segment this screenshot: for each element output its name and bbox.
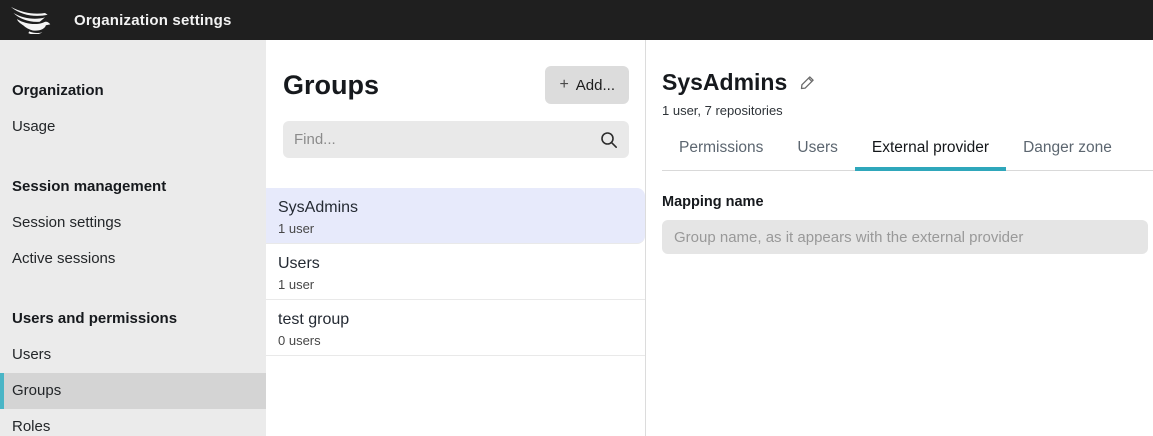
group-meta: 0 users: [278, 331, 633, 350]
sidebar-item-active-sessions[interactable]: Active sessions: [0, 241, 266, 277]
topbar-title: Organization settings: [74, 12, 232, 29]
groups-list-panel: Groups + Add... SysAdmins 1 us: [266, 40, 646, 436]
tab-danger-zone[interactable]: Danger zone: [1006, 139, 1129, 170]
add-group-button-label: Add...: [576, 77, 615, 94]
group-name: test group: [278, 309, 633, 331]
group-detail-tabs: Permissions Users External provider Dang…: [662, 139, 1153, 171]
sidebar-header-session-management: Session management: [0, 169, 266, 205]
falcon-logo-icon[interactable]: [0, 6, 62, 34]
sidebar-header-users-permissions: Users and permissions: [0, 301, 266, 337]
group-row-users[interactable]: Users 1 user: [266, 244, 645, 300]
sidebar-item-usage[interactable]: Usage: [0, 109, 266, 145]
groups-panel-header: Groups + Add...: [266, 40, 645, 104]
groups-panel-title: Groups: [283, 70, 379, 101]
group-name: SysAdmins: [278, 197, 633, 219]
group-detail-subtitle: 1 user, 7 repositories: [662, 103, 1153, 118]
group-row-test-group[interactable]: test group 0 users: [266, 300, 645, 356]
mapping-name-input[interactable]: [662, 220, 1148, 254]
group-detail-header: SysAdmins: [662, 69, 1153, 96]
plus-icon: +: [559, 76, 568, 94]
group-detail-panel: SysAdmins 1 user, 7 repositories Permiss…: [646, 40, 1153, 436]
group-search-box: [283, 121, 629, 158]
sidebar-header-organization: Organization: [0, 73, 266, 109]
sidebar-section-users-permissions: Users and permissions Users Groups Roles: [0, 301, 266, 436]
tab-external-provider[interactable]: External provider: [855, 139, 1006, 170]
sidebar-item-session-settings[interactable]: Session settings: [0, 205, 266, 241]
sidebar-section-session-management: Session management Session settings Acti…: [0, 169, 266, 277]
group-list: SysAdmins 1 user Users 1 user test group…: [266, 188, 645, 356]
magnifier-icon[interactable]: [600, 131, 618, 149]
app-root: Organization settings Organization Usage…: [0, 0, 1153, 436]
group-row-sysadmins[interactable]: SysAdmins 1 user: [266, 188, 645, 244]
sidebar-section-organization: Organization Usage: [0, 73, 266, 145]
group-meta: 1 user: [278, 275, 633, 294]
sidebar-item-groups[interactable]: Groups: [0, 373, 266, 409]
topbar: Organization settings: [0, 0, 1153, 40]
group-name: Users: [278, 253, 633, 275]
group-detail-title: SysAdmins: [662, 69, 787, 96]
tab-users[interactable]: Users: [780, 139, 854, 170]
group-search-input[interactable]: [294, 131, 600, 148]
sidebar-item-roles[interactable]: Roles: [0, 409, 266, 436]
pencil-icon[interactable]: [799, 74, 816, 91]
sidebar-item-users[interactable]: Users: [0, 337, 266, 373]
group-meta: 1 user: [278, 219, 633, 238]
mapping-name-label: Mapping name: [662, 194, 1148, 210]
main-area: Organization Usage Session management Se…: [0, 40, 1153, 436]
sidebar: Organization Usage Session management Se…: [0, 40, 266, 436]
add-group-button[interactable]: + Add...: [545, 66, 629, 104]
tab-permissions[interactable]: Permissions: [662, 139, 780, 170]
external-provider-form: Mapping name: [662, 194, 1153, 254]
